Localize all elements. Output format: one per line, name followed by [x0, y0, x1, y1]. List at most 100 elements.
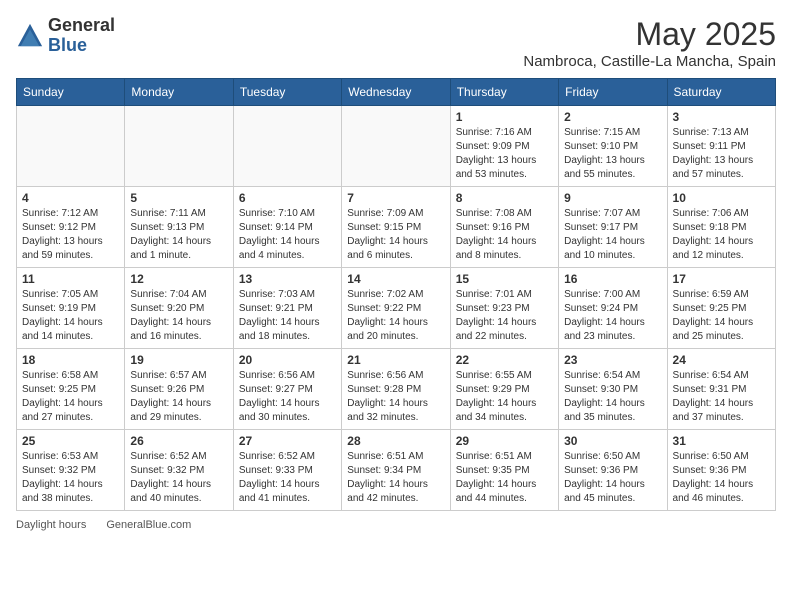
day-info: Sunrise: 7:08 AM Sunset: 9:16 PM Dayligh… — [456, 207, 553, 263]
day-number: 14 — [347, 272, 444, 286]
week-row-0: 1 Sunrise: 7:16 AM Sunset: 9:09 PM Daylig… — [17, 106, 776, 187]
day-number: 16 — [564, 272, 661, 286]
day-number: 30 — [564, 434, 661, 448]
day-number: 24 — [673, 353, 770, 367]
header-day-saturday: Saturday — [667, 79, 775, 106]
day-cell-31: 31 Sunrise: 6:50 AM Sunset: 9:36 PM Dayli… — [667, 430, 775, 511]
day-info: Sunrise: 6:54 AM Sunset: 9:31 PM Dayligh… — [673, 369, 770, 425]
day-info: Sunrise: 6:58 AM Sunset: 9:25 PM Dayligh… — [22, 369, 119, 425]
day-cell-12: 12Sunrise: 7:04 AM Sunset: 9:20 PM Dayli… — [125, 268, 233, 349]
day-info: Sunrise: 6:52 AM Sunset: 9:32 PM Dayligh… — [130, 450, 227, 506]
day-cell-16: 16 Sunrise: 7:00 AM Sunset: 9:24 PM Dayli… — [559, 268, 667, 349]
day-cell-2: 2Sunrise: 7:15 AM Sunset: 9:10 PM Daylig… — [559, 106, 667, 187]
day-cell-4: 4Sunrise: 7:12 AM Sunset: 9:12 PM Daylig… — [17, 187, 125, 268]
day-number: 11 — [22, 272, 119, 286]
day-number: 7 — [347, 191, 444, 205]
day-info: Sunrise: 6:51 AM Sunset: 9:34 PM Dayligh… — [347, 450, 444, 506]
header-row: SundayMondayTuesdayWednesdayThursdayFrid… — [17, 79, 776, 106]
day-cell-26: 26 Sunrise: 6:52 AM Sunset: 9:32 PM Dayli… — [125, 430, 233, 511]
logo-icon — [16, 22, 44, 50]
day-number: 21 — [347, 353, 444, 367]
day-info: Sunrise: 7:09 AM Sunset: 9:15 PM Dayligh… — [347, 207, 444, 263]
day-info: Sunrise: 7:16 AM Sunset: 9:09 PM Dayligh… — [456, 126, 553, 182]
day-cell-5: 5Sunrise: 7:11 AM Sunset: 9:13 PM Daylig… — [125, 187, 233, 268]
footer: Daylight hours GeneralBlue.com — [16, 519, 776, 531]
day-cell-9: 9 Sunrise: 7:07 AM Sunset: 9:17 PM Daylig… — [559, 187, 667, 268]
day-number: 28 — [347, 434, 444, 448]
logo-text: General Blue — [48, 16, 115, 56]
day-cell-3: 3Sunrise: 7:13 AM Sunset: 9:11 PM Daylig… — [667, 106, 775, 187]
page-container: General Blue May 2025 Nambroca, Castille… — [16, 16, 776, 531]
day-info: Sunrise: 6:55 AM Sunset: 9:29 PM Dayligh… — [456, 369, 553, 425]
header-day-monday: Monday — [125, 79, 233, 106]
day-info: Sunrise: 6:57 AM Sunset: 9:26 PM Dayligh… — [130, 369, 227, 425]
day-cell-empty — [233, 106, 341, 187]
day-info: Sunrise: 6:52 AM Sunset: 9:33 PM Dayligh… — [239, 450, 336, 506]
day-info: Sunrise: 6:56 AM Sunset: 9:28 PM Dayligh… — [347, 369, 444, 425]
day-number: 31 — [673, 434, 770, 448]
day-info: Sunrise: 7:13 AM Sunset: 9:11 PM Dayligh… — [673, 126, 770, 182]
day-info: Sunrise: 7:07 AM Sunset: 9:17 PM Dayligh… — [564, 207, 661, 263]
day-number: 8 — [456, 191, 553, 205]
day-number: 4 — [22, 191, 119, 205]
day-number: 27 — [239, 434, 336, 448]
day-info: Sunrise: 7:02 AM Sunset: 9:22 PM Dayligh… — [347, 288, 444, 344]
day-cell-27: 27 Sunrise: 6:52 AM Sunset: 9:33 PM Dayli… — [233, 430, 341, 511]
day-cell-22: 22Sunrise: 6:55 AM Sunset: 9:29 PM Dayli… — [450, 349, 558, 430]
day-cell-20: 20Sunrise: 6:56 AM Sunset: 9:27 PM Dayli… — [233, 349, 341, 430]
day-number: 25 — [22, 434, 119, 448]
day-info: Sunrise: 7:03 AM Sunset: 9:21 PM Dayligh… — [239, 288, 336, 344]
day-cell-11: 11Sunrise: 7:05 AM Sunset: 9:19 PM Dayli… — [17, 268, 125, 349]
day-cell-21: 21 Sunrise: 6:56 AM Sunset: 9:28 PM Dayli… — [342, 349, 450, 430]
day-info: Sunrise: 6:59 AM Sunset: 9:25 PM Dayligh… — [673, 288, 770, 344]
day-cell-23: 23Sunrise: 6:54 AM Sunset: 9:30 PM Dayli… — [559, 349, 667, 430]
day-number: 29 — [456, 434, 553, 448]
day-cell-7: 7 Sunrise: 7:09 AM Sunset: 9:15 PM Daylig… — [342, 187, 450, 268]
day-info: Sunrise: 7:01 AM Sunset: 9:23 PM Dayligh… — [456, 288, 553, 344]
day-cell-empty — [125, 106, 233, 187]
day-cell-17: 17 Sunrise: 6:59 AM Sunset: 9:25 PM Dayli… — [667, 268, 775, 349]
day-number: 17 — [673, 272, 770, 286]
week-row-2: 11Sunrise: 7:05 AM Sunset: 9:19 PM Dayli… — [17, 268, 776, 349]
day-info: Sunrise: 6:50 AM Sunset: 9:36 PM Dayligh… — [673, 450, 770, 506]
day-info: Sunrise: 6:50 AM Sunset: 9:36 PM Dayligh… — [564, 450, 661, 506]
logo-general: General — [48, 16, 115, 36]
day-number: 6 — [239, 191, 336, 205]
header-day-friday: Friday — [559, 79, 667, 106]
day-cell-28: 28 Sunrise: 6:51 AM Sunset: 9:34 PM Dayli… — [342, 430, 450, 511]
logo: General Blue — [16, 16, 115, 56]
day-number: 12 — [130, 272, 227, 286]
day-cell-14: 14 Sunrise: 7:02 AM Sunset: 9:22 PM Dayli… — [342, 268, 450, 349]
day-number: 9 — [564, 191, 661, 205]
header: General Blue May 2025 Nambroca, Castille… — [16, 16, 776, 70]
week-row-3: 18 Sunrise: 6:58 AM Sunset: 9:25 PM Dayli… — [17, 349, 776, 430]
header-day-wednesday: Wednesday — [342, 79, 450, 106]
day-cell-19: 19 Sunrise: 6:57 AM Sunset: 9:26 PM Dayli… — [125, 349, 233, 430]
day-cell-1: 1 Sunrise: 7:16 AM Sunset: 9:09 PM Daylig… — [450, 106, 558, 187]
daylight-label: Daylight hours — [16, 519, 86, 531]
day-number: 2 — [564, 110, 661, 124]
day-number: 19 — [130, 353, 227, 367]
day-cell-15: 15Sunrise: 7:01 AM Sunset: 9:23 PM Dayli… — [450, 268, 558, 349]
calendar-body: 1 Sunrise: 7:16 AM Sunset: 9:09 PM Daylig… — [17, 106, 776, 511]
logo-blue: Blue — [48, 36, 115, 56]
day-cell-29: 29Sunrise: 6:51 AM Sunset: 9:35 PM Dayli… — [450, 430, 558, 511]
day-cell-18: 18 Sunrise: 6:58 AM Sunset: 9:25 PM Dayli… — [17, 349, 125, 430]
day-info: Sunrise: 7:06 AM Sunset: 9:18 PM Dayligh… — [673, 207, 770, 263]
day-cell-25: 25 Sunrise: 6:53 AM Sunset: 9:32 PM Dayli… — [17, 430, 125, 511]
day-number: 26 — [130, 434, 227, 448]
day-cell-30: 30 Sunrise: 6:50 AM Sunset: 9:36 PM Dayli… — [559, 430, 667, 511]
calendar-header: SundayMondayTuesdayWednesdayThursdayFrid… — [17, 79, 776, 106]
day-number: 10 — [673, 191, 770, 205]
day-info: Sunrise: 6:53 AM Sunset: 9:32 PM Dayligh… — [22, 450, 119, 506]
day-info: Sunrise: 7:00 AM Sunset: 9:24 PM Dayligh… — [564, 288, 661, 344]
day-cell-24: 24 Sunrise: 6:54 AM Sunset: 9:31 PM Dayli… — [667, 349, 775, 430]
day-info: Sunrise: 6:54 AM Sunset: 9:30 PM Dayligh… — [564, 369, 661, 425]
day-info: Sunrise: 7:11 AM Sunset: 9:13 PM Dayligh… — [130, 207, 227, 263]
day-number: 20 — [239, 353, 336, 367]
day-cell-empty — [17, 106, 125, 187]
day-info: Sunrise: 7:10 AM Sunset: 9:14 PM Dayligh… — [239, 207, 336, 263]
day-number: 1 — [456, 110, 553, 124]
main-title: May 2025 — [523, 16, 776, 53]
day-number: 18 — [22, 353, 119, 367]
